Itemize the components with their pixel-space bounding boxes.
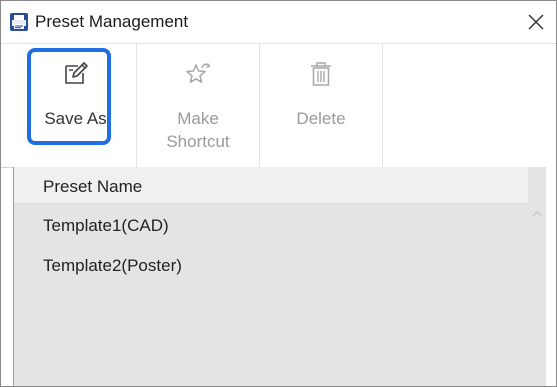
- close-icon[interactable]: [523, 9, 549, 35]
- list-item[interactable]: Template2(Poster): [14, 244, 528, 284]
- make-shortcut-button[interactable]: Make Shortcut: [137, 44, 260, 167]
- make-shortcut-label: Make Shortcut: [166, 109, 230, 151]
- preset-name-cell: Template1(CAD): [43, 216, 169, 235]
- trash-icon: [311, 62, 331, 86]
- save-as-label: Save As: [44, 109, 107, 128]
- preset-list[interactable]: Preset Name Template1(CAD) Template2(Pos…: [13, 167, 546, 386]
- delete-label: Delete: [296, 109, 346, 128]
- list-body: Template1(CAD) Template2(Poster): [14, 204, 528, 386]
- vertical-scrollbar[interactable]: [528, 167, 546, 386]
- toolbar: Save As Make Shortcut Delete: [1, 43, 556, 168]
- window-title: Preset Management: [35, 12, 189, 31]
- title-bar: Preset Management: [1, 1, 556, 43]
- delete-button[interactable]: Delete: [260, 44, 383, 167]
- star-shortcut-icon: [186, 63, 211, 83]
- edit-note-icon: [64, 62, 88, 84]
- printer-app-icon: [10, 13, 28, 31]
- column-header-label: Preset Name: [43, 177, 143, 196]
- list-item[interactable]: Template1(CAD): [14, 204, 528, 244]
- column-header-preset-name[interactable]: Preset Name: [14, 167, 528, 204]
- preset-management-window: Preset Management Save As Make Shortcut: [0, 0, 557, 387]
- preset-name-cell: Template2(Poster): [43, 256, 182, 275]
- save-as-button[interactable]: Save As: [15, 44, 137, 167]
- scroll-up-arrow-icon[interactable]: [528, 207, 546, 221]
- window-right-margin: [546, 167, 556, 386]
